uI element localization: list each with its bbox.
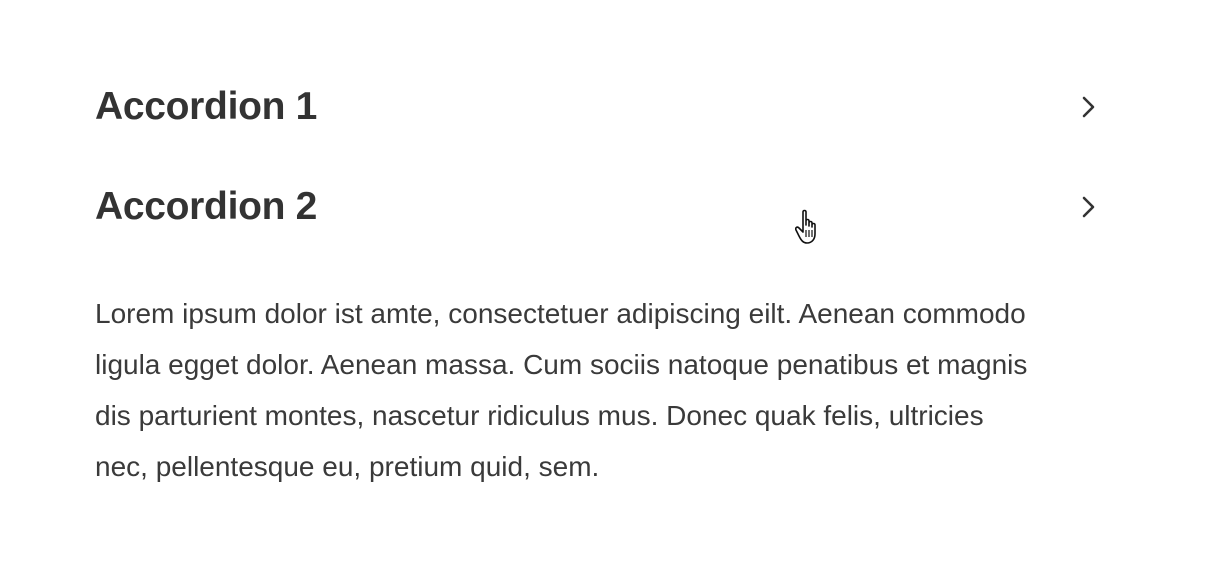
chevron-right-icon[interactable] bbox=[1075, 94, 1101, 120]
accordion-1-title: Accordion 1 bbox=[95, 85, 318, 128]
accordion-2-header[interactable]: Accordion 2 bbox=[95, 177, 1105, 237]
chevron-right-icon[interactable] bbox=[1075, 194, 1101, 220]
accordion-1-header[interactable]: Accordion 1 bbox=[95, 77, 1105, 137]
accordion-2: Accordion 2 bbox=[95, 177, 1105, 237]
accordion-2-title: Accordion 2 bbox=[95, 185, 318, 228]
hand-pointer-icon bbox=[794, 208, 827, 248]
accordion-2-content: Lorem ipsum dolor ist amte, consectetuer… bbox=[95, 298, 1028, 482]
accordion-1: Accordion 1 bbox=[95, 77, 1105, 137]
